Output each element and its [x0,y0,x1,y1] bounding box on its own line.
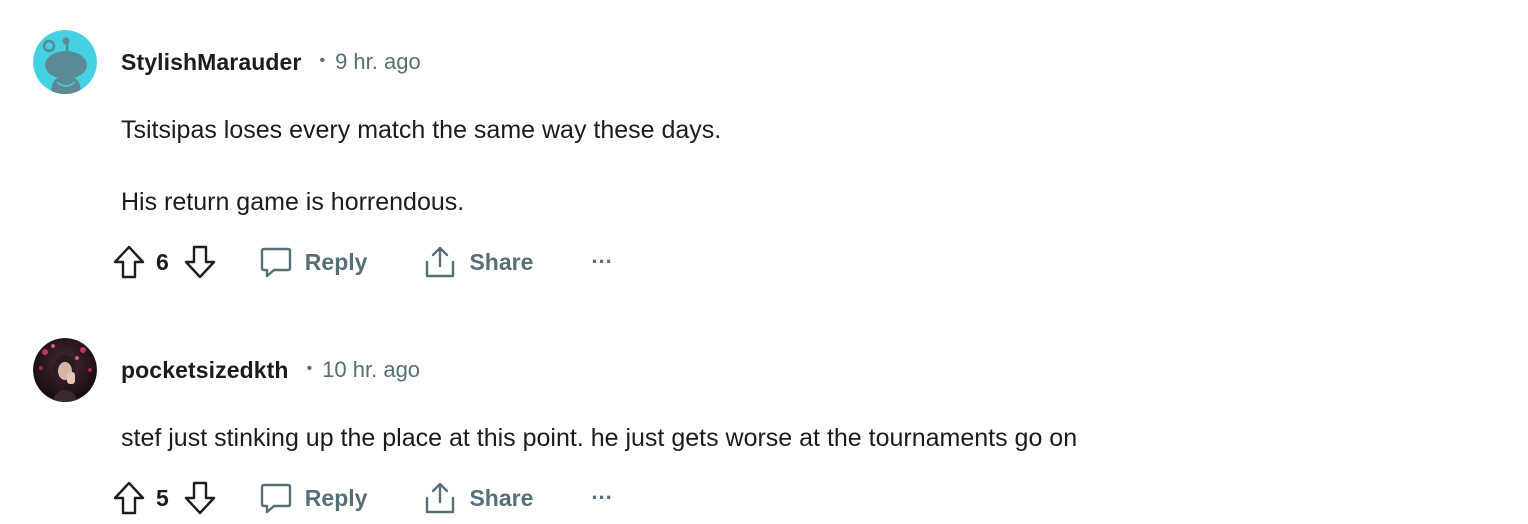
comment-body-line: His return game is horrendous. [121,188,465,216]
separator-dot: • [319,52,326,69]
comment-bubble-icon [260,247,291,278]
comment-bubble-icon [260,483,291,514]
share-button[interactable]: Share [423,244,533,280]
more-options-button[interactable]: ... [591,479,612,505]
comment-meta: StylishMarauder • 9 hr. ago [121,47,421,77]
comment-actions: 6 Reply Share ... [112,240,613,284]
share-icon [426,482,455,514]
timestamp[interactable]: 9 hr. ago [335,49,421,75]
avatar[interactable] [33,30,97,94]
share-label: Share [469,248,534,275]
timestamp[interactable]: 10 hr. ago [322,357,420,383]
username[interactable]: pocketsizedkth [121,357,289,384]
avatar[interactable] [33,338,97,402]
share-icon [426,246,455,278]
upvote-icon [113,245,145,279]
comment-actions: 5 Reply Share ... [112,476,613,520]
downvote-icon [184,245,215,279]
reply-button[interactable]: Reply [259,481,368,515]
downvote-icon [184,481,215,515]
share-label: Share [469,484,534,511]
downvote-button[interactable] [183,244,217,280]
reply-label: Reply [304,484,368,511]
share-button[interactable]: Share [423,480,533,516]
comment-body-line: Tsitsipas loses every match the same way… [121,116,722,144]
separator-dot: • [306,360,313,377]
upvote-button[interactable] [112,244,146,280]
user-photo-icon [33,338,97,402]
comment-body-line: stef just stinking up the place at this … [121,424,1078,452]
username[interactable]: StylishMarauder [121,49,301,76]
comment-meta: pocketsizedkth • 10 hr. ago [121,355,420,385]
reddit-snoo-icon [33,30,97,94]
reply-button[interactable]: Reply [259,245,368,279]
upvote-button[interactable] [112,480,146,516]
vote-count: 6 [156,248,169,275]
vote-count: 5 [156,484,169,511]
more-options-button[interactable]: ... [591,243,612,269]
reply-label: Reply [304,248,368,275]
downvote-button[interactable] [183,480,217,516]
upvote-icon [113,481,145,515]
